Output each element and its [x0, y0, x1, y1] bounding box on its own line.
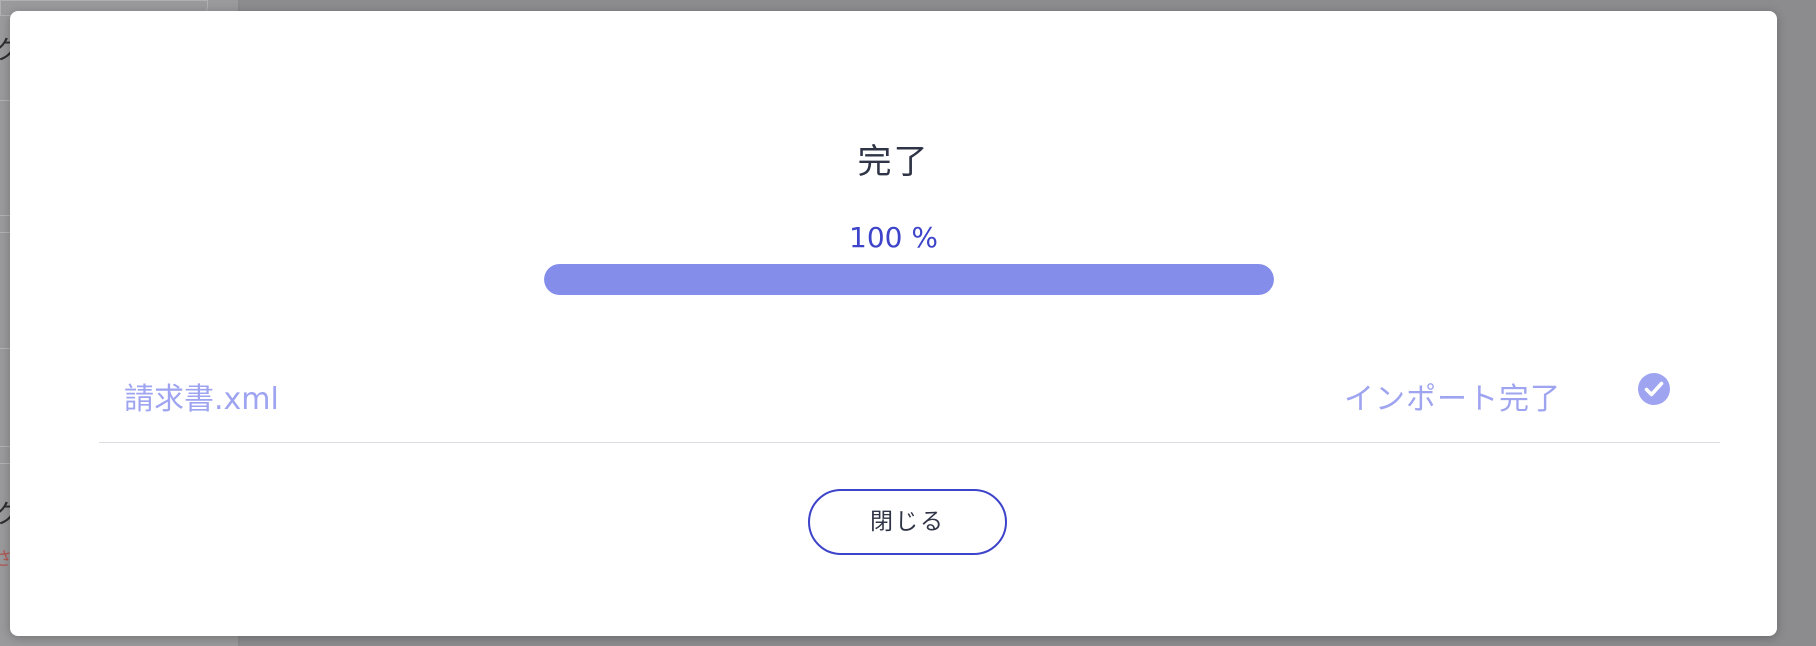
- dialog-title: 完了: [857, 142, 930, 182]
- file-name: 請求書.xml: [124, 382, 279, 417]
- progress-percent-label: 100 %: [849, 221, 938, 254]
- close-button[interactable]: 閉じる: [808, 489, 1007, 555]
- progress-bar: [544, 264, 1274, 295]
- file-status: インポート完了: [1344, 382, 1561, 417]
- progress-bar-fill: [544, 264, 1274, 295]
- check-circle-icon: [1638, 373, 1670, 405]
- file-row: 請求書.xml インポート完了: [99, 356, 1720, 443]
- import-complete-dialog: 完了 100 % 請求書.xml インポート完了 閉じる: [10, 11, 1777, 636]
